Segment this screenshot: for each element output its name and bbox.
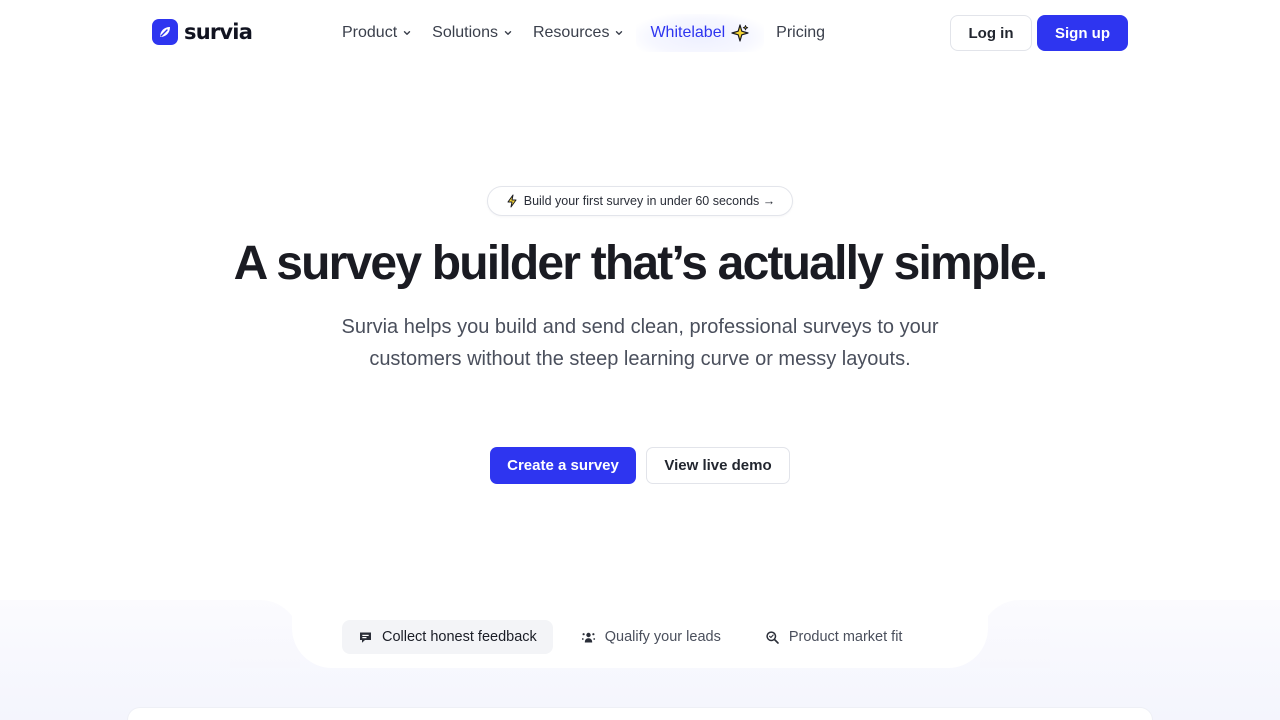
nav-item-label: Pricing xyxy=(776,24,826,41)
hero-title: A survey builder that’s actually simple. xyxy=(233,237,1049,290)
chevron-down-icon xyxy=(403,31,411,35)
nav-item-solutions[interactable]: Solutions xyxy=(422,14,523,52)
nav-item-label: Resources xyxy=(532,24,610,41)
tab-collect-feedback[interactable]: Collect honest feedback xyxy=(342,620,553,654)
chevron-down-icon xyxy=(616,31,623,35)
view-live-demo-button[interactable]: View live demo xyxy=(646,447,790,484)
logo-text: survia xyxy=(184,20,253,44)
nav-item-label: Product xyxy=(342,24,398,41)
announcement-text: Build your first survey in under 60 seco… xyxy=(523,194,776,208)
tab-product-market-fit[interactable]: Product market fit xyxy=(749,620,919,654)
announcement-pill[interactable]: Build your first survey in under 60 seco… xyxy=(487,186,793,216)
showcase-preview-card xyxy=(128,708,1152,720)
lightning-icon xyxy=(507,194,517,208)
hero-subtitle: Survia helps you build and send clean, p… xyxy=(341,316,939,370)
nav-item-resources[interactable]: Resources xyxy=(523,14,634,52)
leads-icon xyxy=(581,632,595,642)
nav-item-product[interactable]: Product xyxy=(332,14,422,52)
leaf-logo-icon xyxy=(152,19,178,45)
nav-item-label: Solutions xyxy=(432,24,498,41)
create-survey-button[interactable]: Create a survey xyxy=(490,447,636,484)
sparkle-icon xyxy=(731,24,749,42)
signup-button[interactable]: Sign up xyxy=(1037,15,1128,51)
nav-item-whitelabel[interactable]: Whitelabel xyxy=(636,14,765,52)
nav-item-pricing[interactable]: Pricing xyxy=(766,14,835,52)
tab-qualify-leads[interactable]: Qualify your leads xyxy=(565,620,737,654)
tab-label: Collect honest feedback xyxy=(382,629,537,645)
search-icon xyxy=(766,630,779,644)
login-button[interactable]: Log in xyxy=(950,15,1032,51)
logo[interactable]: survia xyxy=(152,19,253,45)
tab-label: Qualify your leads xyxy=(604,629,721,645)
showcase-notch-corner-left xyxy=(230,600,300,668)
main-nav: Product Solutions Resources Whitelabel P… xyxy=(332,14,835,52)
feedback-icon xyxy=(360,632,371,643)
showcase-notch-corner-right xyxy=(980,600,1050,668)
site-header: survia Product Solutions Resources White… xyxy=(0,0,1280,66)
use-case-tabs: Collect honest feedback Qualify your lea… xyxy=(342,620,918,654)
nav-item-label: Whitelabel xyxy=(650,24,726,41)
tab-label: Product market fit xyxy=(788,629,903,645)
chevron-down-icon xyxy=(504,31,512,35)
